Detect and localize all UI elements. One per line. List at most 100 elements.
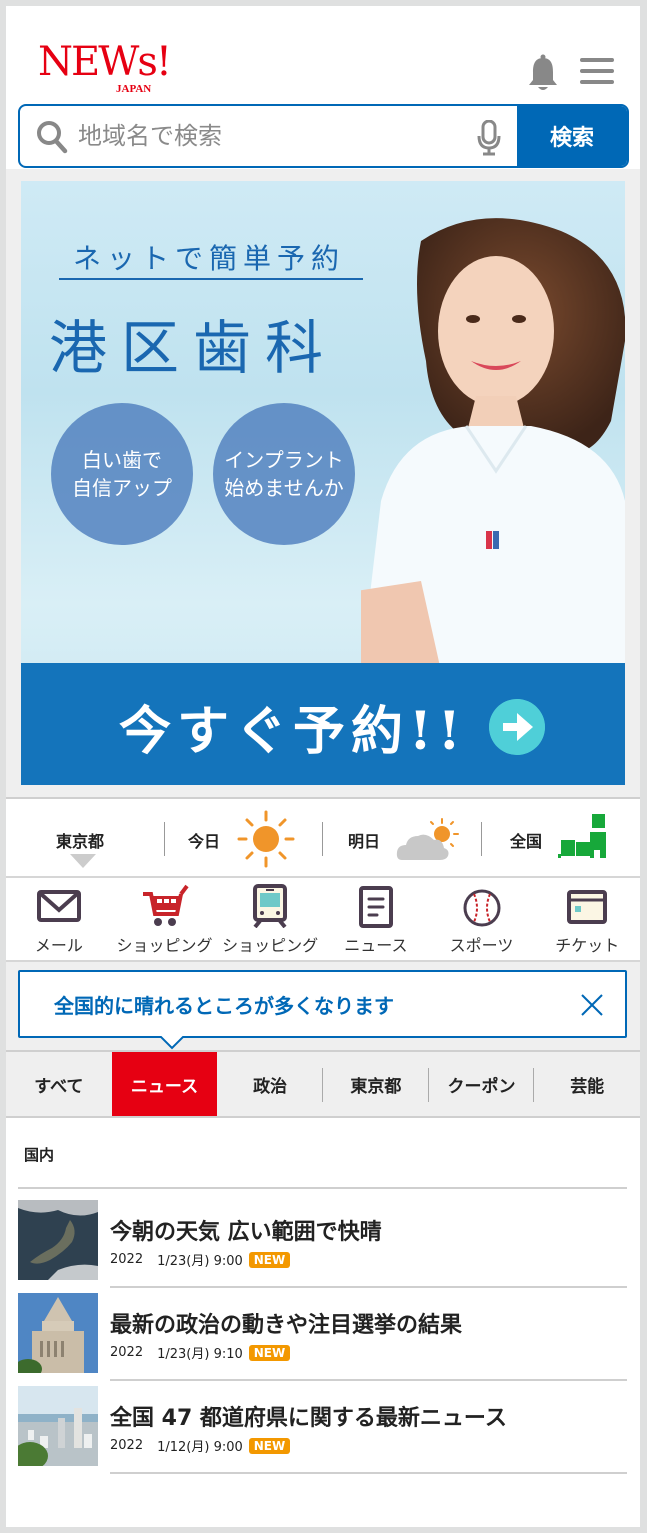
tab-label: 東京都 bbox=[350, 1076, 402, 1097]
tab-tokyo[interactable]: 東京都 bbox=[323, 1052, 429, 1116]
notice-area: 全国的に晴れるところが多くなります bbox=[6, 962, 640, 1052]
close-icon[interactable] bbox=[579, 992, 605, 1018]
news-meta: 2022 1/23(月) 9:10 NEW bbox=[110, 1343, 291, 1362]
header: NEWs! JAPAN bbox=[6, 6, 640, 102]
tab-all[interactable]: すべて bbox=[6, 1052, 112, 1116]
japan-map-icon bbox=[558, 814, 606, 858]
bubble-line: 始めませんか bbox=[224, 476, 344, 500]
cityscape-thumbnail bbox=[18, 1386, 98, 1466]
service-mail[interactable]: メール bbox=[6, 878, 112, 960]
news-date: 1/12(月) 9:00 bbox=[157, 1440, 243, 1455]
tomorrow-label: 明日 bbox=[348, 832, 381, 851]
tab-label: ニュース bbox=[130, 1076, 199, 1097]
weather-bar: 東京都 今日 明日 全国 bbox=[6, 800, 640, 878]
logo-text: NEWs! bbox=[38, 39, 172, 85]
service-sports[interactable]: スポーツ bbox=[429, 878, 535, 960]
bell-icon[interactable] bbox=[526, 54, 560, 92]
service-label: スポーツ bbox=[449, 936, 514, 955]
region-label: 東京都 bbox=[56, 832, 105, 851]
tab-entertainment[interactable]: 芸能 bbox=[534, 1052, 640, 1116]
cloudy-sunny-icon bbox=[396, 818, 459, 860]
divider bbox=[322, 822, 323, 856]
divider bbox=[110, 1472, 627, 1474]
banner-title: 港区歯科 bbox=[49, 314, 338, 382]
new-badge: NEW bbox=[248, 1344, 291, 1361]
tab-politics[interactable]: 政治 bbox=[217, 1052, 324, 1116]
dentist-photo bbox=[361, 218, 625, 671]
service-label: ショッピング bbox=[222, 936, 319, 955]
notice-text: 全国的に晴れるところが多くなります bbox=[54, 994, 394, 1018]
divider bbox=[164, 822, 165, 856]
search-input[interactable] bbox=[78, 116, 458, 156]
tab-label: 芸能 bbox=[570, 1076, 605, 1097]
banner-lead-text: ネットで簡単予約 bbox=[73, 242, 346, 275]
news-year: 2022 bbox=[110, 1252, 144, 1267]
satellite-japan-thumbnail bbox=[18, 1200, 98, 1280]
shopping-cart-icon bbox=[142, 884, 189, 926]
national-label: 全国 bbox=[510, 832, 543, 851]
bubble-line: 自信アップ bbox=[72, 476, 172, 500]
document-icon bbox=[358, 886, 393, 928]
service-label: メール bbox=[34, 936, 83, 955]
new-badge: NEW bbox=[248, 1437, 291, 1454]
news-headline: 全国 47 都道府県に関する最新ニュース bbox=[110, 1406, 507, 1431]
tab-coupon[interactable]: クーポン bbox=[429, 1052, 535, 1116]
news-item[interactable]: 最新の政治の動きや注目選挙の結果 2022 1/23(月) 9:10 NEW bbox=[18, 1293, 627, 1375]
banner-feature-bubble: インプラント 始めませんか bbox=[213, 403, 355, 545]
logo[interactable]: NEWs! JAPAN bbox=[38, 39, 172, 100]
service-train[interactable]: ショッピング bbox=[217, 878, 323, 960]
banner-area: ネットで簡単予約 港区歯科 白い歯で自信アップ インプラント 始めませんか 今すぐ… bbox=[6, 169, 640, 799]
news-item[interactable]: 全国 47 都道府県に関する最新ニュース 2022 1/12(月) 9:00 N… bbox=[18, 1386, 627, 1468]
divider bbox=[110, 1379, 627, 1381]
news-year: 2022 bbox=[110, 1438, 144, 1453]
search-button[interactable]: 検索 bbox=[517, 106, 627, 166]
arrow-right-circle-icon bbox=[489, 699, 545, 755]
news-headline: 最新の政治の動きや注目選挙の結果 bbox=[110, 1313, 463, 1338]
service-label: ショッピング bbox=[116, 936, 213, 955]
baseball-icon bbox=[463, 889, 501, 927]
new-badge: NEW bbox=[248, 1251, 291, 1268]
weather-notice[interactable]: 全国的に晴れるところが多くなります bbox=[18, 970, 627, 1050]
service-shopping[interactable]: ショッピング bbox=[112, 878, 218, 960]
bubble-line: 白い歯で bbox=[82, 448, 162, 472]
tab-label: クーポン bbox=[447, 1076, 516, 1097]
diet-building-thumbnail bbox=[18, 1293, 98, 1373]
sunny-icon bbox=[237, 810, 295, 868]
news-meta: 2022 1/23(月) 9:00 NEW bbox=[110, 1250, 291, 1269]
news-headline: 今朝の天気 広い範囲で快晴 bbox=[110, 1220, 382, 1245]
divider bbox=[481, 822, 482, 856]
banner-feature-bubble: 白い歯で 自信アップ bbox=[51, 403, 193, 545]
divider bbox=[18, 1187, 627, 1189]
banner-lead-underline bbox=[59, 278, 363, 280]
search-bar: 検索 bbox=[18, 104, 629, 168]
news-meta: 2022 1/12(月) 9:00 NEW bbox=[110, 1436, 291, 1455]
tab-label: すべて bbox=[34, 1076, 84, 1097]
reserve-now-label: 今すぐ予約!! bbox=[119, 701, 467, 762]
tab-label: 政治 bbox=[253, 1076, 288, 1097]
tab-news[interactable]: ニュース bbox=[111, 1052, 218, 1116]
service-shortcuts: メール ショッピング ショッピング ニュース スポーツ チケット bbox=[6, 878, 640, 962]
ticket-card-icon bbox=[567, 890, 608, 924]
news-item[interactable]: 今朝の天気 広い範囲で快晴 2022 1/23(月) 9:00 NEW bbox=[18, 1200, 627, 1282]
ad-banner[interactable]: ネットで簡単予約 港区歯科 白い歯で自信アップ インプラント 始めませんか 今すぐ… bbox=[21, 181, 625, 785]
news-date: 1/23(月) 9:10 bbox=[157, 1347, 243, 1362]
bubble-line: インプラント bbox=[224, 448, 344, 472]
service-news[interactable]: ニュース bbox=[323, 878, 429, 960]
logo-subtext: JAPAN bbox=[116, 83, 152, 95]
hamburger-menu-icon[interactable] bbox=[580, 56, 614, 86]
notice-pointer bbox=[160, 1036, 184, 1050]
reserve-now-button[interactable]: 今すぐ予約!! bbox=[21, 663, 625, 785]
category-tabs: すべて ニュース 政治 東京都 クーポン 芸能 bbox=[6, 1050, 640, 1118]
service-label: ニュース bbox=[344, 936, 408, 955]
service-label: チケット bbox=[555, 936, 620, 955]
divider bbox=[110, 1286, 627, 1288]
app-frame: NEWs! JAPAN 検索 bbox=[6, 6, 640, 1527]
news-date: 1/23(月) 9:00 bbox=[157, 1254, 243, 1269]
search-icon bbox=[37, 121, 68, 154]
section-title: 国内 bbox=[24, 1146, 55, 1164]
service-ticket[interactable]: チケット bbox=[534, 878, 640, 960]
triangle-down-icon bbox=[70, 854, 96, 868]
train-icon bbox=[253, 884, 288, 928]
microphone-icon[interactable] bbox=[476, 120, 502, 156]
today-label: 今日 bbox=[188, 832, 221, 851]
